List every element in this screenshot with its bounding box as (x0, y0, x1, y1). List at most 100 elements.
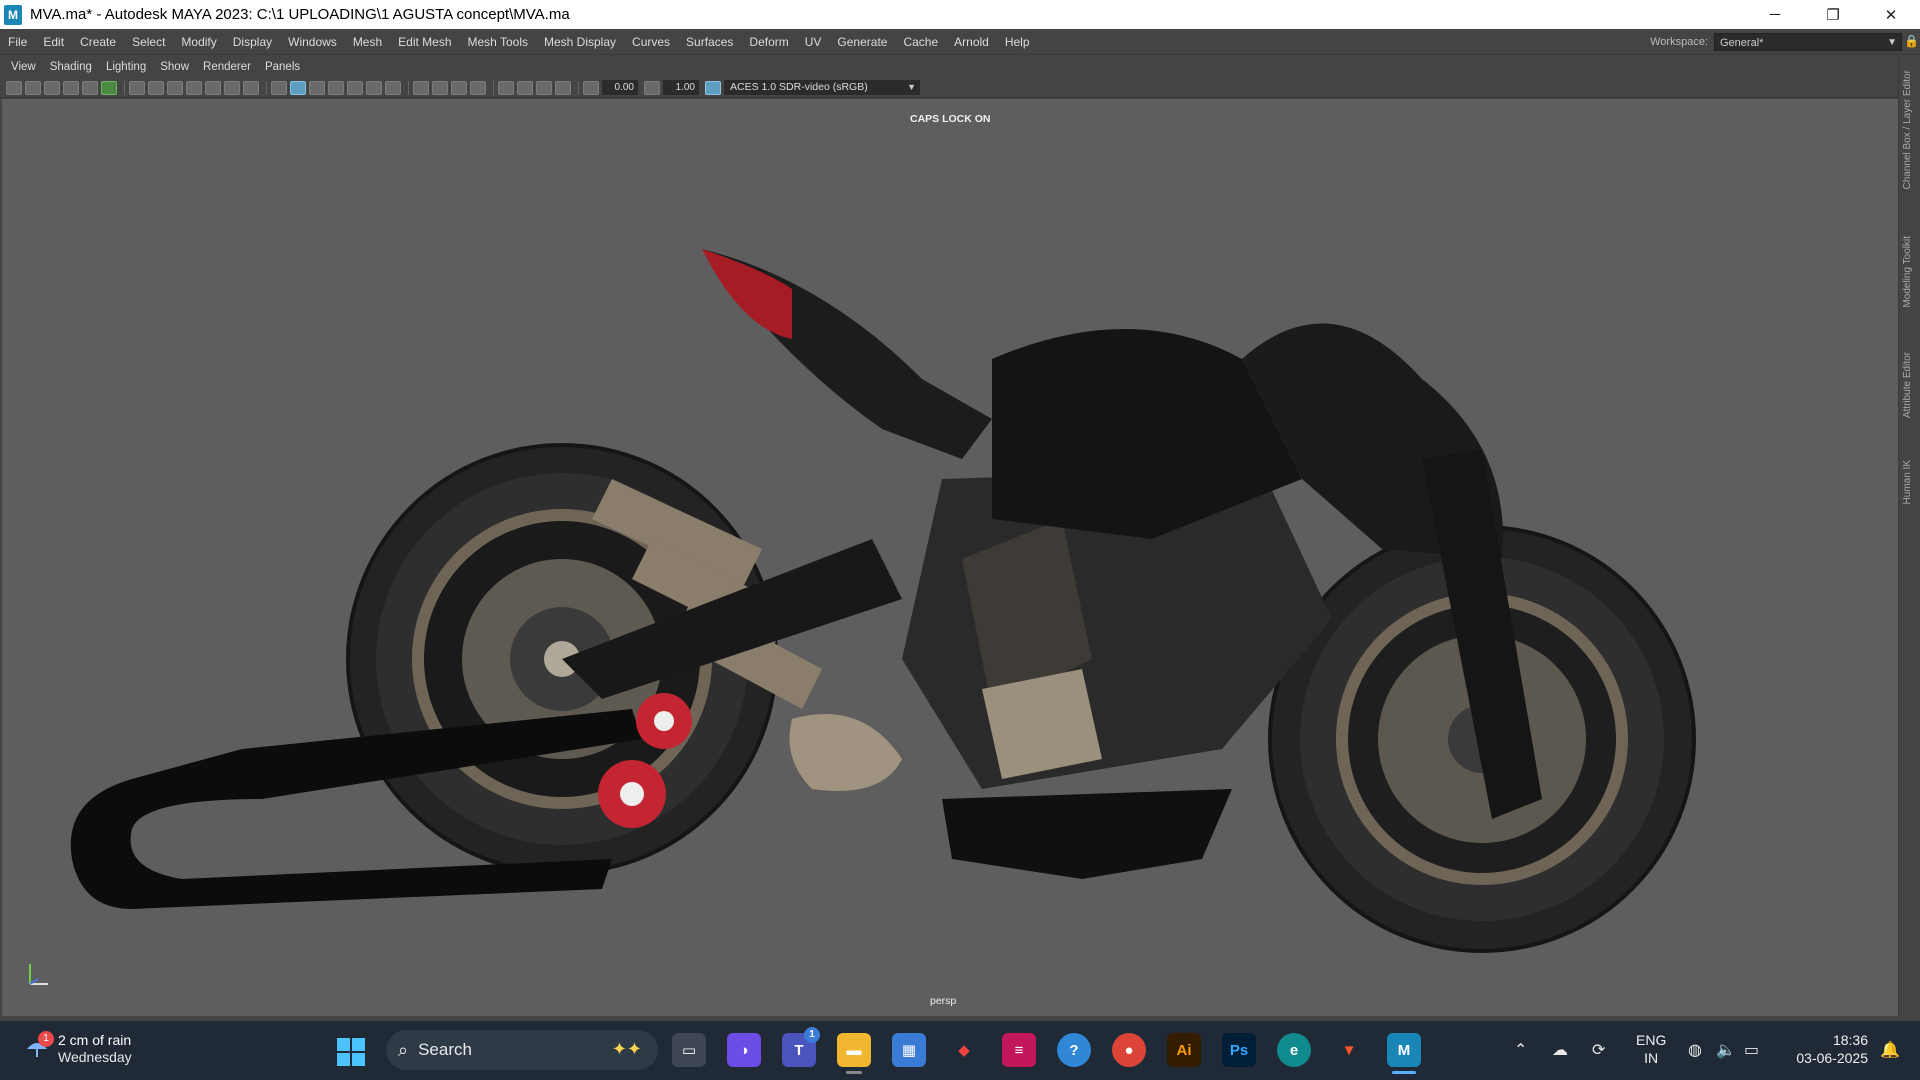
exposure-icon[interactable] (583, 80, 599, 95)
panel-menu-shading[interactable]: Shading (43, 61, 99, 73)
view-transform-value: ACES 1.0 SDR-video (sRGB) (730, 81, 868, 93)
menu-surfaces[interactable]: Surfaces (678, 29, 741, 55)
notifications-bell-icon[interactable]: 🔔 (1880, 1040, 1900, 1060)
file-explorer-icon[interactable]: ▬ (837, 1033, 871, 1074)
tab-human-ik[interactable]: Human IK (1902, 460, 1913, 504)
maya-taskbar-icon[interactable]: M (1387, 1033, 1421, 1074)
tab-channel-box-layer-editor[interactable]: Channel Box / Layer Editor (1902, 70, 1913, 190)
input-language[interactable]: ENG IN (1636, 1031, 1666, 1067)
xray-icon[interactable] (498, 80, 514, 95)
2d-pan-zoom-icon[interactable] (82, 80, 98, 95)
xray-joints-icon[interactable] (517, 80, 533, 95)
select-camera-icon[interactable] (6, 80, 22, 95)
color-management-icon[interactable] (705, 80, 721, 95)
search-label: Search (418, 1040, 472, 1059)
camera-attributes-icon[interactable] (25, 80, 41, 95)
menu-edit[interactable]: Edit (35, 29, 72, 55)
maya-app-icon[interactable]: M (4, 4, 22, 25)
panel-menu-panels[interactable]: Panels (258, 61, 307, 73)
ambient-occlusion-icon[interactable] (385, 80, 401, 95)
film-gate-icon[interactable] (148, 80, 164, 95)
close-button[interactable]: ✕ (1862, 0, 1920, 29)
menu-generate[interactable]: Generate (829, 29, 895, 55)
brave-icon[interactable]: ▼ (1332, 1033, 1366, 1067)
motion-blur-icon[interactable] (413, 80, 429, 95)
xray-components-icon[interactable] (536, 80, 552, 95)
copilot-icon[interactable]: ◑ (727, 1033, 761, 1067)
menu-select[interactable]: Select (124, 29, 173, 55)
grease-pencil-icon[interactable] (101, 80, 117, 95)
menu-help[interactable]: Help (997, 29, 1038, 55)
menu-file[interactable]: File (0, 29, 35, 55)
help-icon[interactable]: ? (1057, 1033, 1091, 1067)
shadows-icon[interactable] (366, 80, 382, 95)
anti-aliasing-icon[interactable] (432, 80, 448, 95)
panel-menu-lighting[interactable]: Lighting (99, 61, 153, 73)
chrome-icon[interactable]: ● (1112, 1033, 1146, 1067)
teams-icon[interactable]: T1 (782, 1027, 820, 1067)
taskbar-search-box[interactable]: ⌕ Search ✦✦ (386, 1030, 658, 1070)
system-clock[interactable]: 18:36 03-06-2025 (1786, 1031, 1868, 1067)
menu-arnold[interactable]: Arnold (946, 29, 997, 55)
windows-start-icon[interactable] (336, 1037, 366, 1067)
clock-date: 03-06-2025 (1796, 1050, 1868, 1066)
gate-mask-icon[interactable] (186, 80, 202, 95)
restore-button[interactable]: ❐ (1804, 0, 1862, 29)
microsoft-store-icon[interactable]: ▦ (892, 1033, 926, 1067)
menu-mesh[interactable]: Mesh (345, 29, 390, 55)
textured-icon[interactable] (328, 80, 344, 95)
menu-deform[interactable]: Deform (741, 29, 796, 55)
menu-mesh-tools[interactable]: Mesh Tools (460, 29, 536, 55)
onedrive-icon[interactable]: ☁ (1552, 1040, 1568, 1060)
menu-display[interactable]: Display (225, 29, 280, 55)
task-view-icon[interactable]: ▭ (672, 1033, 706, 1067)
bookmark-icon[interactable] (44, 80, 60, 95)
depth-of-field-icon[interactable] (451, 80, 467, 95)
panel-menu-renderer[interactable]: Renderer (196, 61, 258, 73)
menu-edit-mesh[interactable]: Edit Mesh (390, 29, 459, 55)
resolution-gate-icon[interactable] (167, 80, 183, 95)
isolate-select-icon[interactable] (470, 80, 486, 95)
menu-uv[interactable]: UV (797, 29, 830, 55)
view-transform-dropdown[interactable]: ACES 1.0 SDR-video (sRGB) ▼ (724, 80, 920, 95)
forza-icon[interactable]: ≡ (1002, 1033, 1036, 1067)
backface-culling-icon[interactable] (555, 80, 571, 95)
gamma-icon[interactable] (644, 80, 660, 95)
gamma-field[interactable]: 1.00 (663, 80, 699, 95)
show-hidden-icons-chevron-icon[interactable]: ⌃ (1514, 1040, 1527, 1060)
toolbar-divider (408, 80, 409, 95)
anydesk-icon[interactable]: ◆ (947, 1033, 981, 1067)
wireframe-on-shaded-icon[interactable] (309, 80, 325, 95)
workspace-dropdown[interactable]: General* ▼ (1714, 33, 1902, 51)
battery-icon[interactable]: ▭ (1744, 1040, 1759, 1060)
tab-attribute-editor[interactable]: Attribute Editor (1902, 352, 1913, 418)
safe-action-icon[interactable] (224, 80, 240, 95)
menu-windows[interactable]: Windows (280, 29, 345, 55)
weather-widget[interactable]: 1 2 cm of rain Wednesday (24, 1031, 132, 1065)
menu-curves[interactable]: Curves (624, 29, 678, 55)
field-chart-icon[interactable] (205, 80, 221, 95)
3d-viewport[interactable]: CAPS LOCK ON persp (2, 99, 1898, 1016)
menu-cache[interactable]: Cache (895, 29, 946, 55)
tab-modeling-toolkit[interactable]: Modeling Toolkit (1902, 236, 1913, 308)
network-icon[interactable]: ◍ (1688, 1040, 1702, 1060)
photoshop-icon[interactable]: Ps (1222, 1033, 1256, 1067)
panel-menu-show[interactable]: Show (153, 61, 196, 73)
illustrator-icon[interactable]: Ai (1167, 1033, 1201, 1067)
wireframe-icon[interactable] (271, 80, 287, 95)
use-lights-icon[interactable] (347, 80, 363, 95)
menu-create[interactable]: Create (72, 29, 124, 55)
menu-modify[interactable]: Modify (173, 29, 224, 55)
image-plane-icon[interactable] (63, 80, 79, 95)
smooth-shade-icon[interactable] (290, 80, 306, 95)
menu-mesh-display[interactable]: Mesh Display (536, 29, 624, 55)
lock-icon[interactable]: 🔒 (1904, 34, 1919, 50)
exposure-field[interactable]: 0.00 (602, 80, 638, 95)
grid-icon[interactable] (129, 80, 145, 95)
volume-icon[interactable]: 🔈 (1716, 1040, 1736, 1060)
minimize-button[interactable]: ─ (1746, 0, 1804, 29)
edge-icon[interactable]: e (1277, 1033, 1311, 1067)
sync-icon[interactable]: ⟳ (1592, 1040, 1605, 1060)
panel-menu-view[interactable]: View (4, 61, 43, 73)
safe-title-icon[interactable] (243, 80, 259, 95)
